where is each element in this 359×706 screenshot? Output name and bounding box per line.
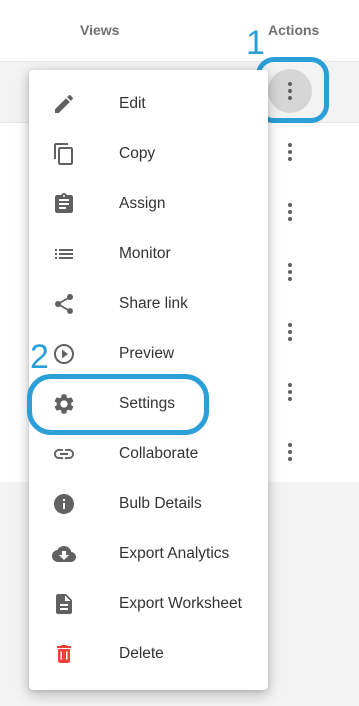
clipboard-icon: [51, 191, 77, 217]
copy-icon: [51, 141, 77, 167]
row-actions-button[interactable]: [268, 430, 312, 474]
menu-item-edit[interactable]: Edit: [29, 79, 268, 129]
menu-item-label: Share link: [119, 295, 188, 312]
menu-item-settings[interactable]: Settings: [29, 379, 268, 429]
menu-item-export-analytics[interactable]: Export Analytics: [29, 529, 268, 579]
menu-item-label: Edit: [119, 95, 146, 112]
menu-item-copy[interactable]: Copy: [29, 129, 268, 179]
gear-icon: [51, 391, 77, 417]
more-vert-icon: [288, 263, 292, 281]
menu-item-label: Delete: [119, 645, 164, 662]
cloud-download-icon: [51, 541, 77, 567]
more-vert-icon: [288, 82, 292, 100]
more-vert-icon: [288, 203, 292, 221]
document-icon: [51, 591, 77, 617]
row-actions-button[interactable]: [268, 190, 312, 234]
share-icon: [51, 291, 77, 317]
menu-item-export-worksheet[interactable]: Export Worksheet: [29, 579, 268, 629]
row-actions-button[interactable]: [268, 69, 312, 113]
page: Views Actions 1 Edit Copy Assign Monitor…: [0, 0, 359, 706]
menu-item-bulb-details[interactable]: Bulb Details: [29, 479, 268, 529]
info-icon: [51, 491, 77, 517]
row-actions-button[interactable]: [268, 370, 312, 414]
menu-item-preview[interactable]: Preview: [29, 329, 268, 379]
menu-item-label: Copy: [119, 145, 156, 162]
annotation-number-1: 1: [246, 24, 265, 62]
menu-item-label: Export Analytics: [119, 545, 230, 562]
menu-item-label: Collaborate: [119, 445, 199, 462]
more-vert-icon: [288, 383, 292, 401]
menu-item-label: Settings: [119, 395, 176, 412]
play-circle-icon: [51, 341, 77, 367]
row-actions-button[interactable]: [268, 130, 312, 174]
trash-icon: [51, 641, 77, 667]
more-vert-icon: [288, 143, 292, 161]
menu-item-label: Monitor: [119, 245, 171, 262]
list-icon: [51, 241, 77, 267]
column-header-actions: Actions: [268, 22, 320, 38]
menu-item-assign[interactable]: Assign: [29, 179, 268, 229]
link-icon: [51, 441, 77, 467]
menu-item-collaborate[interactable]: Collaborate: [29, 429, 268, 479]
menu-item-label: Bulb Details: [119, 495, 202, 512]
menu-item-label: Export Worksheet: [119, 595, 242, 612]
annotation-number-2: 2: [30, 338, 49, 376]
menu-item-delete[interactable]: Delete: [29, 629, 268, 679]
row-actions-button[interactable]: [268, 250, 312, 294]
more-vert-icon: [288, 443, 292, 461]
more-vert-icon: [288, 323, 292, 341]
menu-item-label: Preview: [119, 345, 175, 362]
menu-item-monitor[interactable]: Monitor: [29, 229, 268, 279]
row-actions-menu: Edit Copy Assign Monitor Share link Prev…: [29, 70, 268, 690]
menu-item-label: Assign: [119, 195, 166, 212]
table-header: Views Actions: [0, 0, 359, 62]
pencil-icon: [51, 91, 77, 117]
menu-item-share-link[interactable]: Share link: [29, 279, 268, 329]
row-actions-button[interactable]: [268, 310, 312, 354]
column-header-views[interactable]: Views: [80, 22, 119, 38]
